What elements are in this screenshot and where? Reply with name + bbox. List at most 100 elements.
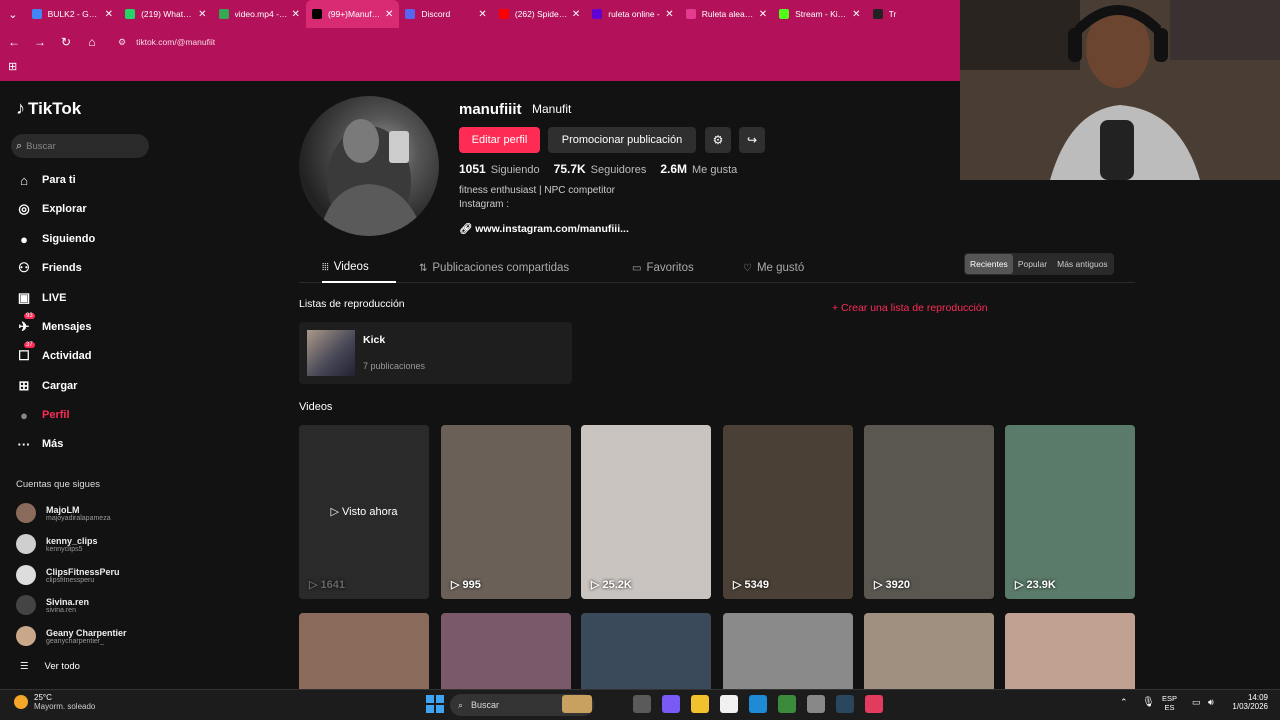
site-info-icon[interactable]: ⚙ xyxy=(118,37,126,48)
tab-close-icon[interactable]: ✕ xyxy=(852,9,860,20)
browser-tab[interactable]: Ruleta aleatori ✕ xyxy=(680,0,773,28)
promote-post-button[interactable]: Promocionar publicación xyxy=(548,127,696,153)
tiktok-logo[interactable]: ♪ TikTok xyxy=(16,98,81,119)
tab-close-icon[interactable]: ✕ xyxy=(759,9,767,20)
language-indicator[interactable]: ESP ES xyxy=(1162,694,1177,712)
following-account[interactable]: Geany Charpentier geanycharpentier_ xyxy=(16,626,127,646)
sidebar-item-friends[interactable]: ⚇ Friends xyxy=(16,260,82,276)
video-views: ▷ 5349 xyxy=(733,578,769,591)
sidebar-item-live[interactable]: ▣ LIVE xyxy=(16,290,67,306)
taskbar-app-icon[interactable] xyxy=(691,695,709,713)
video-thumbnail[interactable] xyxy=(723,613,853,689)
taskbar-app-icon[interactable] xyxy=(562,695,592,713)
video-thumbnail[interactable]: ▷ 5349 xyxy=(723,425,853,599)
following-account[interactable]: MajoLM majoyadiralapameza xyxy=(16,503,111,523)
taskbar-app-icon[interactable] xyxy=(807,695,825,713)
apps-icon[interactable]: ⊞ xyxy=(8,60,17,73)
taskbar-app-icon[interactable] xyxy=(836,695,854,713)
stat-label[interactable]: Seguidores xyxy=(591,164,647,176)
home-icon[interactable]: ⌂ xyxy=(80,30,104,54)
stat-label[interactable]: Siguiendo xyxy=(491,164,540,176)
tab-close-icon[interactable]: ✕ xyxy=(478,9,486,20)
forward-icon[interactable]: → xyxy=(28,30,52,54)
browser-tab[interactable]: video.mp4 - G ✕ xyxy=(213,0,306,28)
browser-tab[interactable]: BULK2 - Googl ✕ xyxy=(26,0,119,28)
sidebar-item-mensajes[interactable]: ✈ 93 Mensajes xyxy=(16,313,92,335)
browser-tab[interactable]: (262) Spider-M ✕ xyxy=(493,0,586,28)
create-playlist-button[interactable]: + Crear una lista de reproducción xyxy=(832,302,988,314)
reload-icon[interactable]: ↻ xyxy=(54,30,78,54)
taskbar-app-icon[interactable] xyxy=(662,695,680,713)
browser-tab[interactable]: ruleta online - ✕ xyxy=(586,0,679,28)
video-thumbnail[interactable]: ▷ 23.9K xyxy=(1005,425,1135,599)
sort-option[interactable]: Recientes xyxy=(965,254,1013,274)
video-thumbnail[interactable] xyxy=(1005,613,1135,689)
sidebar-item-siguiendo[interactable]: ● Siguiendo xyxy=(16,231,95,247)
taskbar-app-icon[interactable] xyxy=(749,695,767,713)
browser-tab[interactable]: Discord ✕ xyxy=(399,0,492,28)
sort-option[interactable]: Popular xyxy=(1013,254,1052,274)
browser-tab[interactable]: Stream - Kick D ✕ xyxy=(773,0,866,28)
url-field[interactable]: ⚙ tiktok.com/@manufiit xyxy=(118,37,215,48)
video-thumbnail[interactable]: ▷ 3920 xyxy=(864,425,994,599)
account-text: ClipsFitnessPeru clipsfitnessperu xyxy=(46,567,120,584)
profile-link[interactable]: 🔗︎ www.instagram.com/manufiii... xyxy=(459,222,629,235)
tab-close-icon[interactable]: ✕ xyxy=(572,9,580,20)
taskbar-app-icon[interactable] xyxy=(720,695,738,713)
video-thumbnail[interactable] xyxy=(864,613,994,689)
video-thumbnail[interactable] xyxy=(441,613,571,689)
sidebar-item-parati[interactable]: ⌂ Para ti xyxy=(16,172,76,188)
sidebar-item-explorar[interactable]: ◎ Explorar xyxy=(16,201,86,217)
taskbar-app-icon[interactable] xyxy=(778,695,796,713)
bookmark-icon: ▭ xyxy=(632,262,642,274)
sidebar-item-ms[interactable]: ··· Más xyxy=(16,436,64,452)
weather-widget[interactable]: 25°C Mayorm. soleado xyxy=(14,693,95,711)
tray-chevron-icon[interactable]: ⌃ xyxy=(1120,697,1128,708)
stat-label[interactable]: Me gusta xyxy=(692,164,737,176)
search-input[interactable]: ⌕ Buscar xyxy=(11,134,149,158)
tab-label: Favoritos xyxy=(646,262,694,274)
following-account[interactable]: Sivina.ren sivina.ren xyxy=(16,595,89,615)
taskbar-app-icon[interactable] xyxy=(865,695,883,713)
video-thumbnail[interactable]: ▷ Visto ahora ▷ 1641 xyxy=(299,425,429,599)
tab-search-icon[interactable]: ⌄ xyxy=(0,0,26,28)
following-account[interactable]: kenny_clips kennyclips5 xyxy=(16,534,98,554)
video-thumbnail[interactable]: ▷ 25.2K xyxy=(581,425,711,599)
video-thumbnail[interactable] xyxy=(299,613,429,689)
tab-close-icon[interactable]: ✕ xyxy=(198,9,206,20)
browser-tab[interactable]: (99+)Manufit (✕ xyxy=(305,0,400,28)
back-icon[interactable]: ← xyxy=(2,30,26,54)
mic-icon[interactable]: 🎙︎ xyxy=(1142,697,1155,708)
sidebar-item-perfil[interactable]: ● Perfil xyxy=(16,407,69,423)
volume-icon[interactable]: 🔊︎ xyxy=(1208,697,1214,708)
taskbar-app-icon[interactable] xyxy=(633,695,651,713)
tab-close-icon[interactable]: ✕ xyxy=(292,9,300,20)
profile-avatar[interactable] xyxy=(299,96,439,236)
sort-option[interactable]: Más antiguos xyxy=(1052,254,1113,274)
sidebar-item-actividad[interactable]: ☐ 37 Actividad xyxy=(16,342,92,364)
tab-megust[interactable]: ♡ Me gustó xyxy=(743,253,804,283)
video-thumbnail[interactable] xyxy=(581,613,711,689)
play-icon: ▷ xyxy=(733,579,745,591)
friends-icon: ⚇ xyxy=(18,260,30,275)
start-button[interactable] xyxy=(426,695,444,713)
tab-close-icon[interactable]: ✕ xyxy=(665,9,673,20)
settings-gear-icon[interactable]: ⚙ xyxy=(705,127,731,153)
video-thumbnail[interactable]: ▷ 995 xyxy=(441,425,571,599)
tab-favoritos[interactable]: ▭ Favoritos xyxy=(632,253,694,283)
tab-close-icon[interactable]: ✕ xyxy=(385,9,393,20)
avatar xyxy=(16,626,36,646)
sidebar-item-cargar[interactable]: ⊞ Cargar xyxy=(16,378,78,394)
clock[interactable]: 14:09 1/03/2026 xyxy=(1226,693,1268,711)
share-icon[interactable]: ↪ xyxy=(739,127,765,153)
tab-publicacionescompartidas[interactable]: ⇅ Publicaciones compartidas xyxy=(419,253,569,283)
see-all-link[interactable]: ☰ Ver todo xyxy=(20,661,80,672)
tab-close-icon[interactable]: ✕ xyxy=(105,9,113,20)
edit-profile-button[interactable]: Editar perfil xyxy=(459,127,540,153)
network-icon[interactable]: ▭ xyxy=(1192,697,1201,708)
tab-videos[interactable]: ⦙⦙⦙ Videos xyxy=(322,253,396,283)
playlist-card[interactable]: Kick 7 publicaciones xyxy=(299,322,572,384)
browser-tab[interactable]: (219) WhatsAp ✕ xyxy=(119,0,212,28)
following-account[interactable]: ClipsFitnessPeru clipsfitnessperu xyxy=(16,565,120,585)
browser-tab[interactable]: Tr xyxy=(867,0,960,28)
